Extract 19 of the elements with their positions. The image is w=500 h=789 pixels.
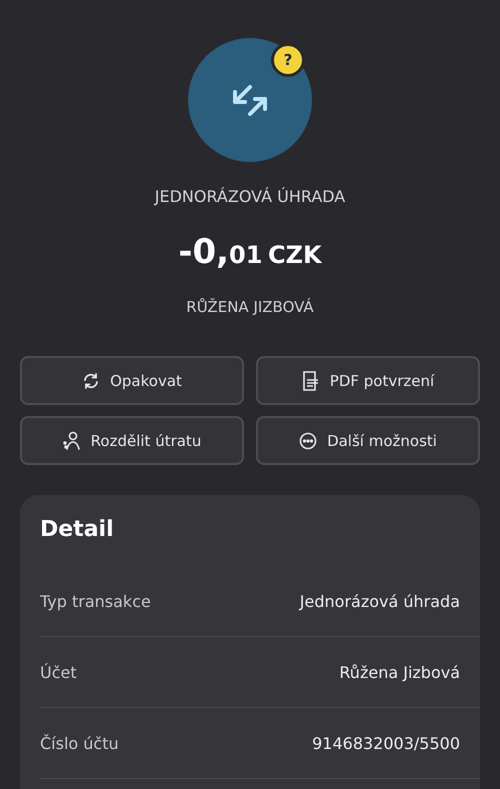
document-icon: [302, 370, 320, 390]
action-button[interactable]: PDF potvrzení: [256, 356, 480, 405]
refresh-icon: [82, 372, 100, 390]
person-icon: [62, 430, 81, 450]
card-title: Detail: [40, 517, 115, 542]
detail-value: Růžena Jizbová: [339, 662, 460, 682]
more-icon: [299, 432, 318, 450]
amount: -0,01 CZK: [178, 232, 322, 274]
transfer-icon: [188, 38, 312, 162]
detail-label: Číslo účtu: [40, 734, 119, 752]
action-button[interactable]: Další možnosti: [256, 416, 480, 465]
action-button[interactable]: Rozdělit útratu: [20, 416, 244, 465]
detail-value: 9146832003/5500: [312, 734, 460, 752]
detail-label: Účet: [40, 662, 77, 682]
transaction-type: JEDNORÁZOVÁ ÚHRADA: [154, 187, 346, 206]
payee-name: RŮŽENA JIZBOVÁ: [186, 298, 314, 316]
action-button[interactable]: Opakovat: [20, 356, 244, 405]
detail-value: Jednorázová úhrada: [300, 592, 460, 610]
detail-label: Typ transakce: [40, 592, 151, 610]
